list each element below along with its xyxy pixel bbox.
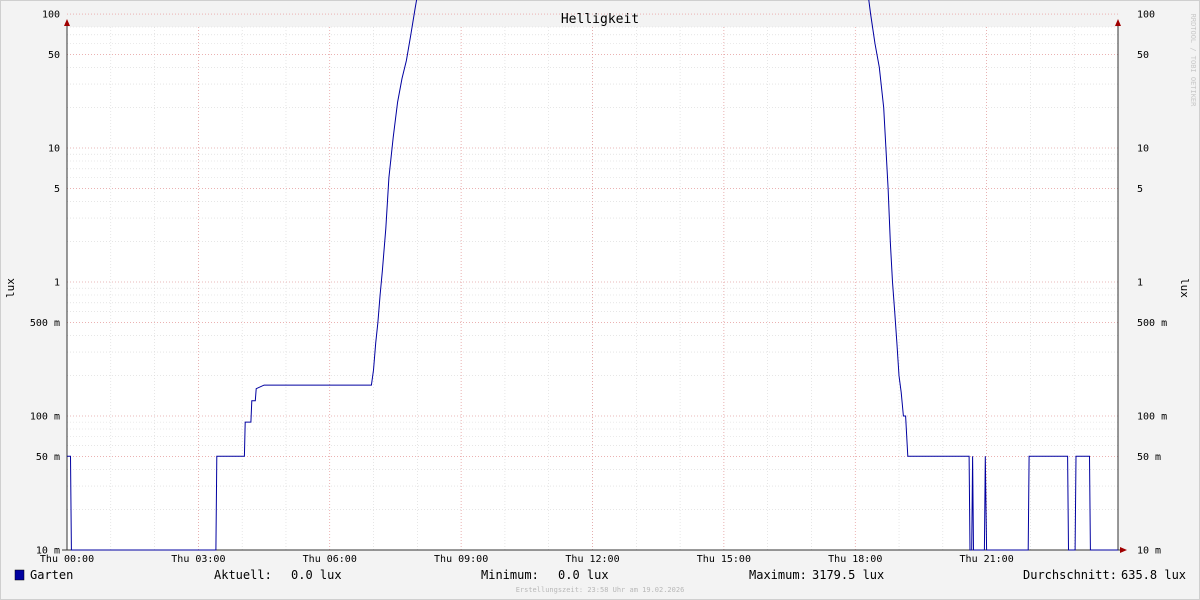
y-tick-label-right: 1 [1137,278,1143,289]
y-tick-label-left: 100 [42,10,60,21]
average-value: 635.8 lux [1121,568,1186,582]
y-tick-label-right: 50 [1137,50,1149,61]
y-tick-label-left: 5 [54,184,60,195]
x-ticks: Thu 00:00 Thu 03:00 Thu 06:00 Thu 09:00 Thu … [40,554,1014,565]
x-tick-label: Thu 00:00 [40,554,94,565]
legend-series-name: Garten [30,568,73,582]
y-tick-label-right: 100 [1137,10,1155,21]
y-tick-label-right: 500 m [1137,318,1167,329]
y-ticks-right: 10 m50 m100 m500 m1510501005001 k5 k10 k… [1137,10,1167,557]
y-tick-label-right: 100 m [1137,412,1167,423]
rrdtool-watermark: RRDTOOL / TOBI OETIKER [1189,14,1197,108]
creation-time-footer: Erstellungszeit: 23:58 Uhr am 19.02.2026 [516,586,685,594]
y-tick-label-left: 500 m [30,318,60,329]
y-tick-label-right: 50 m [1137,452,1161,463]
y-axis-label-left: lux [4,278,17,298]
y-tick-label-left: 1 [54,278,60,289]
x-tick-label: Thu 18:00 [828,554,882,565]
x-tick-label: Thu 15:00 [697,554,751,565]
current-value: 0.0 lux [291,568,342,582]
x-tick-label: Thu 12:00 [565,554,619,565]
y-axis-arrow-right [1115,19,1121,26]
current-label: Aktuell: [214,568,272,582]
y-ticks-left: 10 m50 m100 m500 m1510501005001 k5 k10 k… [30,10,60,557]
y-tick-label-left: 50 [48,50,60,61]
chart-title: Helligkeit [561,12,639,27]
y-tick-label-right: 10 [1137,144,1149,155]
x-tick-label: Thu 06:00 [303,554,357,565]
y-tick-label-left: 100 m [30,412,60,423]
x-tick-label: Thu 21:00 [960,554,1014,565]
y-tick-label-left: 50 m [36,452,60,463]
y-tick-label-left: 10 [48,144,60,155]
legend-swatch-garten [14,569,25,581]
x-tick-label: Thu 09:00 [434,554,488,565]
maximum-label: Maximum: [749,568,807,582]
x-axis-arrow [1120,547,1127,553]
maximum-value: 3179.5 lux [812,568,884,582]
minimum-label: Minimum: [481,568,539,582]
y-axis-label-right: lux [1178,278,1191,298]
x-tick-label: Thu 03:00 [171,554,225,565]
y-tick-label-right: 5 [1137,184,1143,195]
y-axis-arrow-left [64,19,70,26]
y-tick-label-right: 10 m [1137,546,1161,557]
brightness-chart: Helligkeit lux lux RRDTOOL / TOBI OETIKE… [4,0,1197,594]
minimum-value: 0.0 lux [558,568,609,582]
average-label: Durchschnitt: [1023,568,1117,582]
